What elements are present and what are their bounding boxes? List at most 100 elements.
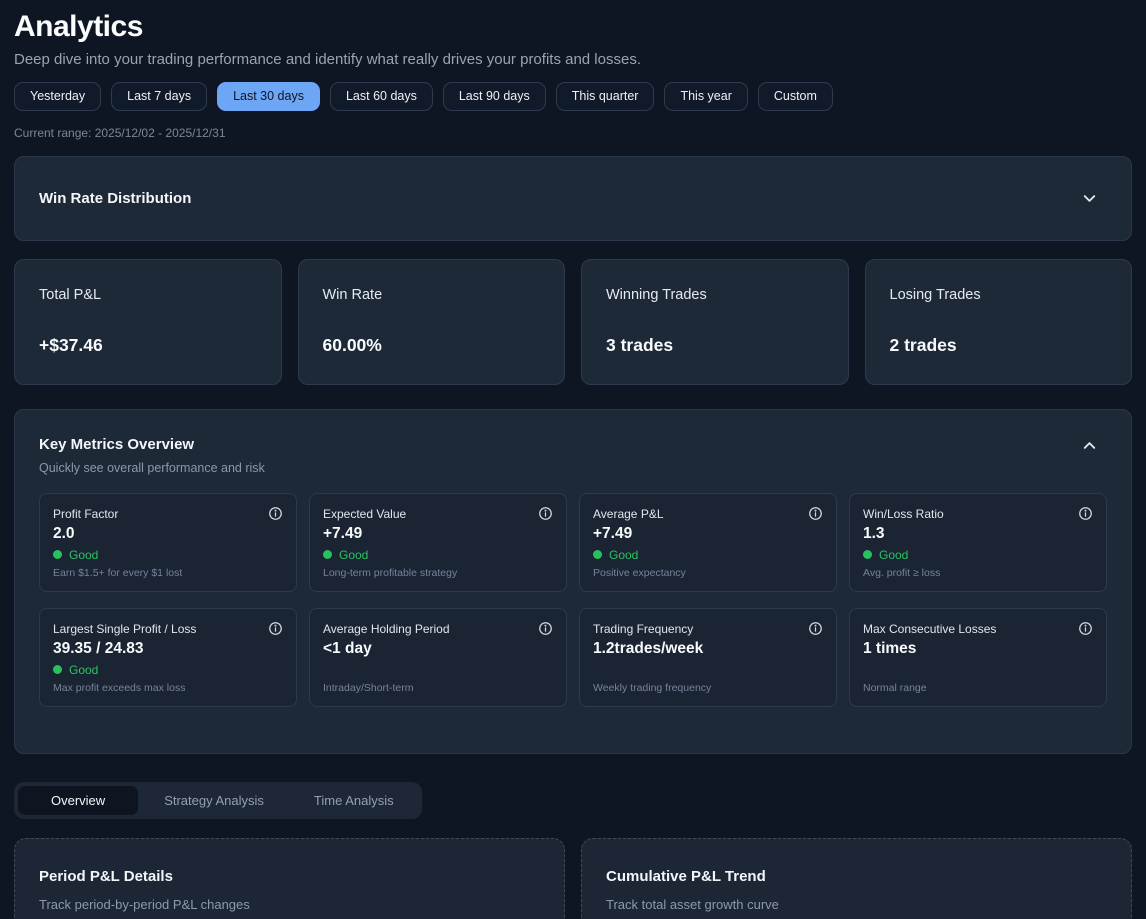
- analysis-tab-bar: Overview Strategy Analysis Time Analysis: [14, 782, 422, 819]
- chart-panel-title: Cumulative P&L Trend: [606, 868, 1107, 885]
- key-metrics-heading-group: Key Metrics Overview Quickly see overall…: [39, 436, 265, 475]
- info-icon[interactable]: [268, 621, 283, 636]
- analytics-page: Analytics Deep dive into your trading pe…: [0, 0, 1146, 919]
- metric-card: Average P&L +7.49 Good: [579, 493, 837, 592]
- date-range-button[interactable]: Custom: [758, 82, 833, 111]
- metric-card: Largest Single Profit / Loss 39.35 / 24.…: [39, 608, 297, 707]
- metric-description: Avg. profit ≥ loss: [863, 567, 940, 579]
- stat-card: Winning Trades 3 trades: [581, 259, 849, 385]
- metric-card-header: Largest Single Profit / Loss: [53, 620, 283, 636]
- info-icon[interactable]: [538, 621, 553, 636]
- metric-description: Normal range: [863, 682, 927, 694]
- metric-card: Trading Frequency 1.2trades/week Weekly …: [579, 608, 837, 707]
- metric-value: +7.49: [323, 525, 362, 543]
- metric-description: Weekly trading frequency: [593, 682, 711, 694]
- status-badge: Good: [863, 548, 908, 562]
- status-badge: Good: [593, 548, 638, 562]
- metric-card-header: Win/Loss Ratio: [863, 505, 1093, 521]
- status-badge: Good: [53, 548, 98, 562]
- date-range-button[interactable]: Last 30 days: [217, 82, 320, 111]
- status-dot-icon: [593, 550, 602, 559]
- info-icon[interactable]: [1078, 621, 1093, 636]
- status-label: Good: [69, 663, 98, 677]
- chevron-up-icon[interactable]: [1080, 436, 1099, 455]
- chart-panel: Cumulative P&L Trend Track total asset g…: [581, 838, 1132, 919]
- metric-value: 1.2trades/week: [593, 640, 703, 658]
- analysis-tab[interactable]: Strategy Analysis: [140, 786, 288, 815]
- stat-card: Total P&L +$37.46: [14, 259, 282, 385]
- win-rate-distribution-title: Win Rate Distribution: [39, 190, 191, 207]
- metric-card-header: Average Holding Period: [323, 620, 553, 636]
- stat-card-value: 2 trades: [890, 335, 1108, 356]
- stat-card-value: 60.00%: [323, 335, 541, 356]
- stat-card-label: Total P&L: [39, 287, 257, 303]
- metric-description: Max profit exceeds max loss: [53, 682, 185, 694]
- stat-card-value: +$37.46: [39, 335, 257, 356]
- metric-title: Profit Factor: [53, 505, 118, 521]
- metric-description: Intraday/Short-term: [323, 682, 413, 694]
- status-badge: Good: [53, 663, 98, 677]
- stat-card-label: Losing Trades: [890, 287, 1108, 303]
- metric-card-header: Max Consecutive Losses: [863, 620, 1093, 636]
- chevron-down-icon[interactable]: [1080, 189, 1099, 208]
- analysis-tab[interactable]: Time Analysis: [290, 786, 418, 815]
- stat-cards-row: Total P&L +$37.46 Win Rate 60.00% Winnin…: [14, 259, 1132, 385]
- metric-card-grid: Profit Factor 2.0 Good: [39, 493, 1107, 707]
- metric-card: Max Consecutive Losses 1 times Normal ra…: [849, 608, 1107, 707]
- info-icon[interactable]: [268, 506, 283, 521]
- metric-value: 2.0: [53, 525, 75, 543]
- chart-panel-subtitle: Track total asset growth curve: [606, 897, 1107, 912]
- metric-card: Win/Loss Ratio 1.3 Good: [849, 493, 1107, 592]
- metric-value: 1 times: [863, 640, 916, 658]
- status-label: Good: [339, 548, 368, 562]
- stat-card: Win Rate 60.00%: [298, 259, 566, 385]
- metric-title: Average Holding Period: [323, 620, 450, 636]
- metric-description: Positive expectancy: [593, 567, 686, 579]
- date-range-button[interactable]: Last 7 days: [111, 82, 207, 111]
- status-dot-icon: [323, 550, 332, 559]
- status-dot-icon: [53, 550, 62, 559]
- win-rate-distribution-panel[interactable]: Win Rate Distribution: [14, 156, 1132, 241]
- key-metrics-title: Key Metrics Overview: [39, 436, 265, 453]
- bottom-panels-row: Period P&L Details Track period-by-perio…: [14, 838, 1132, 919]
- info-icon[interactable]: [808, 506, 823, 521]
- stat-card: Losing Trades 2 trades: [865, 259, 1133, 385]
- status-dot-icon: [863, 550, 872, 559]
- date-range-button[interactable]: Last 60 days: [330, 82, 433, 111]
- date-range-button[interactable]: Last 90 days: [443, 82, 546, 111]
- status-label: Good: [69, 548, 98, 562]
- status-badge: Good: [323, 548, 368, 562]
- stat-card-label: Winning Trades: [606, 287, 824, 303]
- key-metrics-subtitle: Quickly see overall performance and risk: [39, 461, 265, 475]
- metric-title: Average P&L: [593, 505, 664, 521]
- metric-value: 39.35 / 24.83: [53, 640, 144, 658]
- stat-card-value: 3 trades: [606, 335, 824, 356]
- metric-description: Earn $1.5+ for every $1 lost: [53, 567, 182, 579]
- info-icon[interactable]: [1078, 506, 1093, 521]
- chart-panel: Period P&L Details Track period-by-perio…: [14, 838, 565, 919]
- current-range-label: Current range: 2025/12/02 - 2025/12/31: [14, 126, 1132, 140]
- metric-card: Average Holding Period <1 day Intraday/S…: [309, 608, 567, 707]
- info-icon[interactable]: [538, 506, 553, 521]
- status-dot-icon: [53, 665, 62, 674]
- metric-card-header: Profit Factor: [53, 505, 283, 521]
- metric-title: Win/Loss Ratio: [863, 505, 944, 521]
- date-range-button[interactable]: This quarter: [556, 82, 655, 111]
- page-title: Analytics: [14, 10, 1132, 45]
- key-metrics-panel: Key Metrics Overview Quickly see overall…: [14, 409, 1132, 754]
- date-range-button-group: Yesterday Last 7 days Last 30 days Last …: [14, 82, 1132, 111]
- metric-title: Largest Single Profit / Loss: [53, 620, 196, 636]
- date-range-button[interactable]: This year: [664, 82, 747, 111]
- metric-value: 1.3: [863, 525, 885, 543]
- date-range-button[interactable]: Yesterday: [14, 82, 101, 111]
- metric-title: Expected Value: [323, 505, 406, 521]
- metric-value: <1 day: [323, 640, 372, 658]
- key-metrics-header[interactable]: Key Metrics Overview Quickly see overall…: [39, 436, 1107, 475]
- metric-card: Expected Value +7.49 Good: [309, 493, 567, 592]
- info-icon[interactable]: [808, 621, 823, 636]
- page-subtitle: Deep dive into your trading performance …: [14, 51, 1132, 68]
- metric-card-header: Expected Value: [323, 505, 553, 521]
- status-label: Good: [609, 548, 638, 562]
- metric-title: Max Consecutive Losses: [863, 620, 996, 636]
- analysis-tab[interactable]: Overview: [18, 786, 138, 815]
